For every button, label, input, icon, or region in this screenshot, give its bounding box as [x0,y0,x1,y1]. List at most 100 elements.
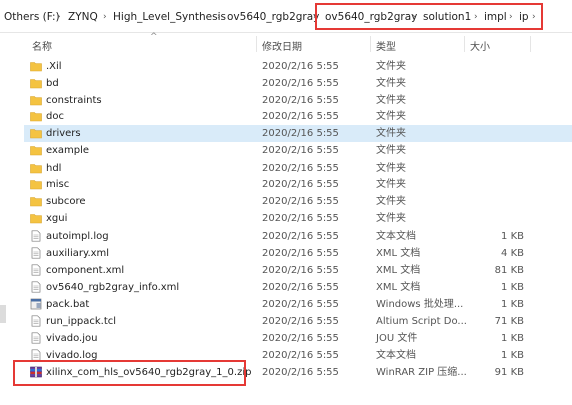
column-header-name[interactable]: 名称 [32,38,52,53]
file-name: ov5640_rgb2gray_info.xml [46,282,180,293]
file-row[interactable]: bd 2020/2/16 5:55 文件夹 [24,75,572,92]
file-modified-date: 2020/2/16 5:55 [262,78,339,89]
file-size: 4 KB [501,248,524,259]
file-name: xgui [46,213,68,224]
folder-icon [30,127,42,139]
file-row[interactable]: example 2020/2/16 5:55 文件夹 [24,142,572,159]
file-modified-date: 2020/2/16 5:55 [262,179,339,190]
text-file-icon [30,315,42,327]
file-row[interactable]: xilinx_com_hls_ov5640_rgb2gray_1_0.zip 20… [24,364,572,381]
file-modified-date: 2020/2/16 5:55 [262,299,339,310]
file-row[interactable]: drivers 2020/2/16 5:55 文件夹 [24,125,572,142]
file-name: run_ippack.tcl [46,316,117,327]
file-type: 文件夹 [376,128,406,139]
chevron-right-icon[interactable]: › [412,10,416,24]
folder-icon [30,162,42,174]
text-file-icon [30,264,42,276]
file-size [444,110,524,124]
file-row[interactable]: misc 2020/2/16 5:55 文件夹 [24,176,572,193]
breadcrumb-impl[interactable]: impl [484,10,507,24]
breadcrumb-others-drive[interactable]: Others (F:) [4,10,60,24]
breadcrumb-ip[interactable]: ip [519,10,529,24]
folder-icon [30,94,42,106]
file-row[interactable]: run_ippack.tcl 2020/2/16 5:55 Altium Scrip… [24,313,572,330]
breadcrumb-ov5640-rgb2gray-2[interactable]: ov5640_rgb2gray [325,10,417,24]
file-row[interactable]: ov5640_rgb2gray_info.xml 2020/2/16 5:55 XM… [24,279,572,296]
file-name: drivers [46,128,81,139]
file-type: XML 文档 [376,248,421,259]
text-file-icon [30,247,42,259]
file-type: 文本文档 [376,231,416,242]
file-row[interactable]: vivado.jou 2020/2/16 5:55 JOU 文件 1 KB [24,330,572,347]
column-header-date[interactable]: 修改日期 [262,38,302,53]
address-bar[interactable]: Others (F:) › ZYNQ › High_Level_Synthesi… [0,0,572,33]
breadcrumb-zynq[interactable]: ZYNQ [68,10,98,24]
file-name: auxiliary.xml [46,248,110,259]
folder-icon [30,110,42,122]
file-row[interactable]: vivado.log 2020/2/16 5:55 文本文档 1 KB [24,347,572,364]
file-name: misc [46,179,70,190]
file-row[interactable]: constraints 2020/2/16 5:55 文件夹 [24,92,572,109]
breadcrumb-ov5640-rgb2gray-1[interactable]: ov5640_rgb2gray [227,10,319,24]
file-modified-date: 2020/2/16 5:55 [262,213,339,224]
file-name: doc [46,111,64,122]
file-row[interactable]: autoimpl.log 2020/2/16 5:55 文本文档 1 KB [24,228,572,245]
zip-archive-icon [30,366,42,378]
file-type: 文件夹 [376,213,406,224]
folder-icon [30,144,42,156]
file-row[interactable]: subcore 2020/2/16 5:55 文件夹 [24,193,572,210]
file-name: pack.bat [46,299,90,310]
file-row[interactable]: component.xml 2020/2/16 5:55 XML 文档 81 KB [24,262,572,279]
file-size [444,195,524,209]
file-modified-date: 2020/2/16 5:55 [262,196,339,207]
breadcrumb-high-level-synthesis[interactable]: High_Level_Synthesis [113,10,226,24]
chevron-right-icon[interactable]: › [532,10,536,24]
chevron-right-icon[interactable]: › [509,10,513,24]
file-modified-date: 2020/2/16 5:55 [262,265,339,276]
column-header-bar: ^ 名称 修改日期 类型 大小 [0,32,572,54]
file-row[interactable]: .Xil 2020/2/16 5:55 文件夹 [24,58,572,75]
chevron-right-icon[interactable]: › [474,10,478,24]
file-name: bd [46,78,59,89]
breadcrumb-solution1[interactable]: solution1 [423,10,471,24]
file-name: constraints [46,95,102,106]
column-divider[interactable] [530,36,531,52]
chevron-right-icon[interactable]: › [57,10,61,24]
file-modified-date: 2020/2/16 5:55 [262,367,339,378]
file-name: vivado.log [46,350,98,361]
sort-ascending-icon[interactable]: ^ [150,32,158,42]
file-explorer-window: Others (F:) › ZYNQ › High_Level_Synthesi… [0,0,572,405]
text-file-icon [30,349,42,361]
chevron-right-icon[interactable]: › [103,10,107,24]
file-name: component.xml [46,265,125,276]
chevron-right-icon[interactable]: › [217,10,221,24]
column-header-size[interactable]: 大小 [470,38,490,53]
file-modified-date: 2020/2/16 5:55 [262,316,339,327]
file-name: .Xil [46,61,62,72]
column-divider[interactable] [370,36,371,52]
file-row[interactable]: doc 2020/2/16 5:55 文件夹 [24,108,572,125]
file-modified-date: 2020/2/16 5:55 [262,163,339,174]
file-type: 文件夹 [376,163,406,174]
chevron-right-icon[interactable]: › [313,10,317,24]
file-type: 文件夹 [376,145,406,156]
file-row[interactable]: auxiliary.xml 2020/2/16 5:55 XML 文档 4 KB [24,245,572,262]
file-row[interactable]: hdl 2020/2/16 5:55 文件夹 [24,160,572,177]
file-row[interactable]: xgui 2020/2/16 5:55 文件夹 [24,210,572,227]
file-type: XML 文档 [376,282,421,293]
column-header-type[interactable]: 类型 [376,38,396,53]
file-modified-date: 2020/2/16 5:55 [262,128,339,139]
folder-icon [30,195,42,207]
folder-icon [30,77,42,89]
folder-icon [30,60,42,72]
file-type: 文件夹 [376,111,406,122]
file-modified-date: 2020/2/16 5:55 [262,145,339,156]
file-row[interactable]: pack.bat 2020/2/16 5:55 Windows 批处理... 1 KB [24,296,572,313]
file-size [444,60,524,74]
column-divider[interactable] [464,36,465,52]
file-size: 1 KB [501,299,524,310]
file-modified-date: 2020/2/16 5:55 [262,231,339,242]
text-file-icon [30,332,42,344]
file-modified-date: 2020/2/16 5:55 [262,350,339,361]
column-divider[interactable] [256,36,257,52]
